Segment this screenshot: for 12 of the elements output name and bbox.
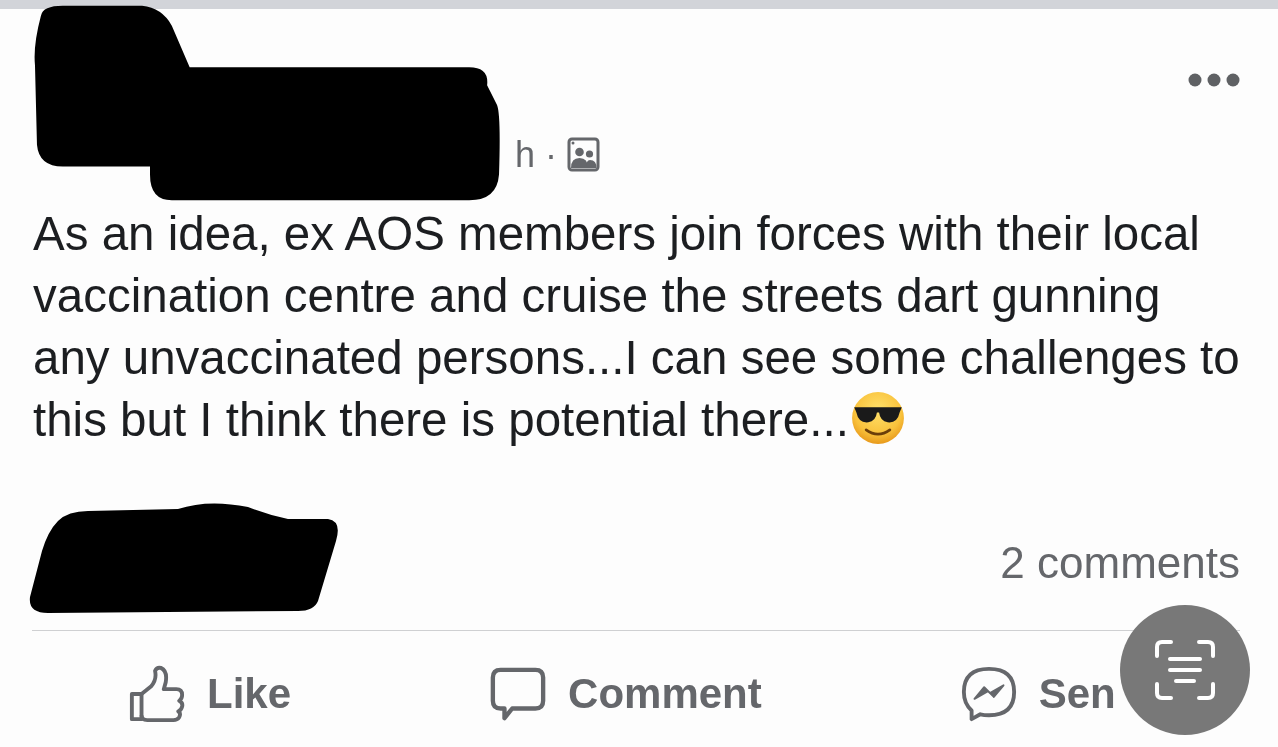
text-scan-icon xyxy=(1153,638,1217,702)
like-button[interactable]: Like xyxy=(127,665,292,723)
friends-icon xyxy=(567,137,601,173)
post-text: As an idea, ex AOS members join forces with their local vaccination centre and cruise the streets dart gunning any unvaccinated persons...I can see some challenges to this but I think there is potential there... xyxy=(33,207,1240,446)
sunglasses-emoji-icon xyxy=(850,391,905,445)
more-options-icon[interactable] xyxy=(1188,73,1240,87)
send-button[interactable]: Sen xyxy=(958,665,1116,723)
separator-dot: · xyxy=(545,133,558,177)
comment-count[interactable]: 2 comments xyxy=(1000,537,1240,590)
thumbs-up-icon xyxy=(127,665,187,723)
post-time[interactable]: h xyxy=(515,133,536,177)
comment-button[interactable]: Comment xyxy=(488,665,762,723)
